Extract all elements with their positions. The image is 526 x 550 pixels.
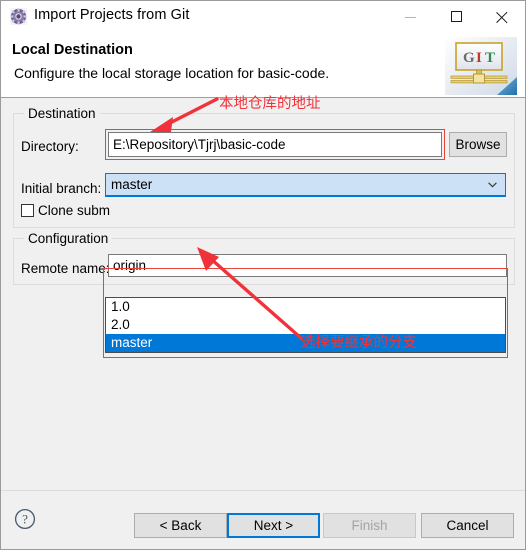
page-title: Local Destination xyxy=(12,42,133,58)
clone-submodules-label: Clone subm xyxy=(38,203,111,218)
browse-button[interactable]: Browse xyxy=(449,132,507,157)
svg-text:T: T xyxy=(485,50,495,66)
svg-text:?: ? xyxy=(22,512,28,527)
configuration-group-label: Configuration xyxy=(24,231,113,246)
eclipse-gear-icon xyxy=(10,8,27,25)
dialog-content: Destination Directory: E:\Repository\Tjr… xyxy=(1,98,525,490)
initial-branch-combo-value: master xyxy=(111,177,153,192)
chevron-down-icon xyxy=(488,181,497,188)
back-button[interactable]: < Back xyxy=(134,513,227,538)
dialog-footer: ? < Back Next > Finish Cancel xyxy=(1,490,525,549)
window-title: Import Projects from Git xyxy=(34,7,190,23)
git-banner-logo: G I T xyxy=(445,37,517,95)
clone-submodules-row[interactable]: Clone subm xyxy=(21,203,110,218)
maximize-button[interactable] xyxy=(433,1,479,32)
maximize-icon xyxy=(450,11,462,22)
destination-group-label: Destination xyxy=(24,106,100,121)
svg-text:G: G xyxy=(463,50,475,66)
wizard-header: Local Destination Configure the local st… xyxy=(1,33,525,98)
close-icon xyxy=(496,10,509,23)
initial-branch-label: Initial branch: xyxy=(21,181,102,196)
page-description: Configure the local storage location for… xyxy=(14,65,330,81)
remote-name-input[interactable]: origin xyxy=(108,254,507,277)
svg-text:I: I xyxy=(476,50,482,66)
remote-name-label: Remote name: xyxy=(21,261,110,276)
help-icon[interactable]: ? xyxy=(14,508,36,530)
finish-button: Finish xyxy=(323,513,416,538)
dropdown-option-1[interactable]: 1.0 xyxy=(106,298,505,316)
clone-submodules-checkbox[interactable] xyxy=(21,204,34,217)
annotation-label-2: 选择要继承的分支 xyxy=(301,335,417,351)
minimize-icon xyxy=(404,16,416,18)
annotation-label-1: 本地仓库的地址 xyxy=(219,96,321,112)
title-bar: Import Projects from Git xyxy=(1,1,525,33)
close-button[interactable] xyxy=(479,1,525,32)
initial-branch-combo[interactable]: master xyxy=(105,173,506,197)
directory-input[interactable]: E:\Repository\Tjrj\basic-code xyxy=(108,132,442,157)
cancel-button[interactable]: Cancel xyxy=(421,513,514,538)
next-button[interactable]: Next > xyxy=(227,513,320,538)
minimize-button[interactable] xyxy=(387,1,433,32)
import-projects-from-git-dialog: Import Projects from Git Local Destinati… xyxy=(0,0,526,550)
directory-label: Directory: xyxy=(21,139,79,154)
